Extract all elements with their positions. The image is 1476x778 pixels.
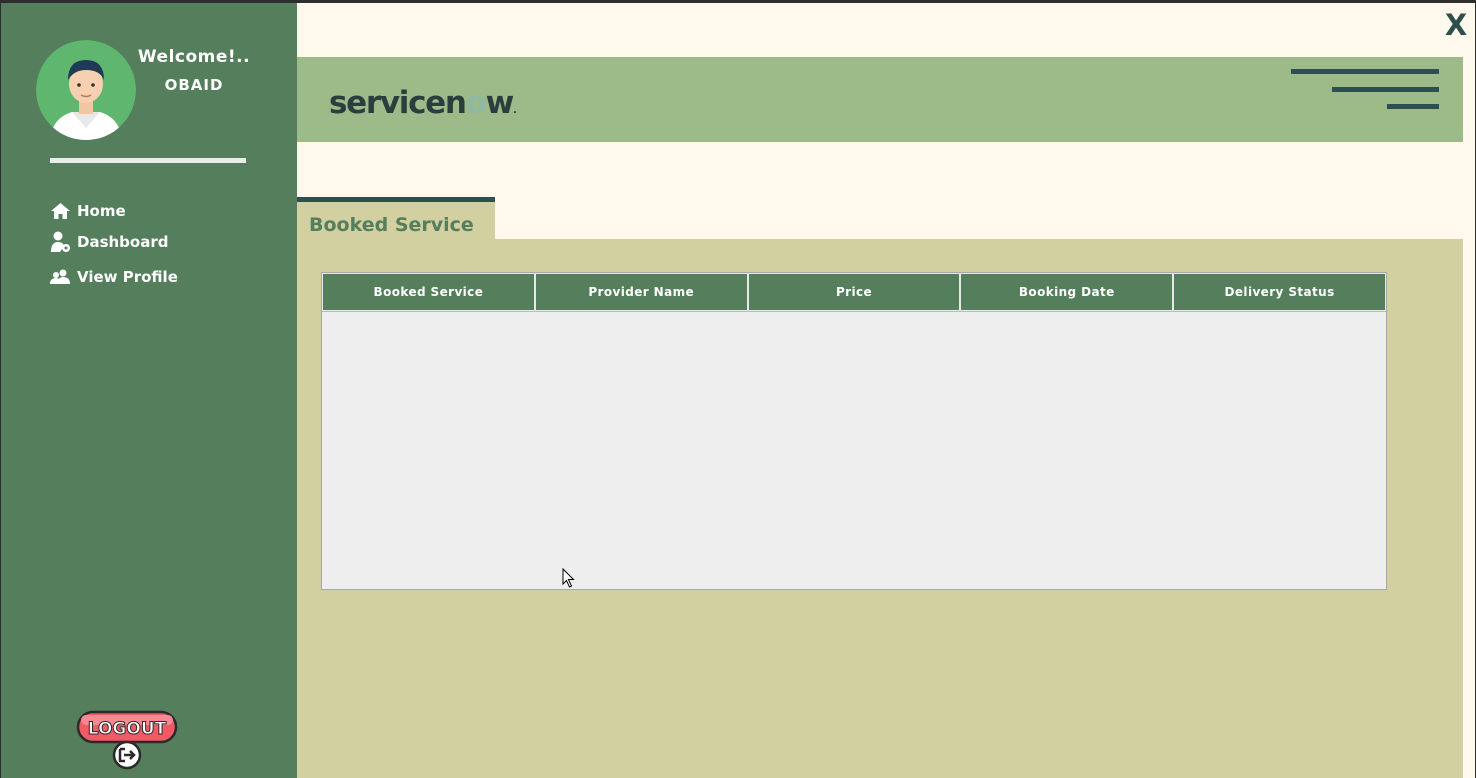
content-panel: Booked Service Provider Name Price Booki… — [297, 239, 1463, 778]
logo-text-main: servicen — [329, 85, 467, 121]
table-body[interactable] — [322, 311, 1386, 590]
column-header-delivery-status[interactable]: Delivery Status — [1173, 273, 1386, 311]
logo-text-end: w — [485, 85, 515, 121]
logo-dot: . — [513, 105, 517, 116]
username-label: OBAID — [164, 76, 224, 94]
sidebar-item-dashboard[interactable]: Dashboard — [50, 230, 168, 254]
sidebar: Welcome!.. OBAID Home Dashboard View Pro… — [1, 3, 297, 778]
menu-icon[interactable] — [1291, 69, 1439, 111]
logo-o-mark: o — [465, 85, 487, 121]
tab-booked-service-label: Booked Service — [309, 214, 474, 236]
user-settings-icon — [51, 231, 70, 252]
header-bar: servicenow. — [297, 57, 1463, 142]
sidebar-item-home-label: Home — [77, 202, 126, 220]
servicenow-logo: servicenow. — [329, 85, 517, 121]
app-window: Welcome!.. OBAID Home Dashboard View Pro… — [1, 3, 1475, 778]
sidebar-divider — [50, 158, 246, 163]
logout-button[interactable]: LOGOUT — [76, 708, 180, 772]
column-header-provider-name[interactable]: Provider Name — [534, 273, 748, 311]
close-button[interactable]: X — [1441, 7, 1471, 43]
home-icon — [51, 203, 70, 219]
mouse-cursor-icon — [562, 567, 576, 592]
column-header-booking-date[interactable]: Booking Date — [960, 273, 1174, 311]
column-header-price[interactable]: Price — [747, 273, 961, 311]
sidebar-item-view-profile-label: View Profile — [77, 268, 178, 286]
welcome-text: Welcome!.. — [137, 47, 251, 67]
sidebar-item-dashboard-label: Dashboard — [77, 233, 169, 251]
table-header: Booked Service Provider Name Price Booki… — [322, 273, 1386, 311]
users-icon — [50, 269, 70, 284]
logout-label: LOGOUT — [88, 719, 167, 739]
sidebar-item-home[interactable]: Home — [50, 199, 126, 223]
column-header-booked-service[interactable]: Booked Service — [322, 273, 535, 311]
booked-services-table[interactable]: Booked Service Provider Name Price Booki… — [321, 272, 1387, 590]
sidebar-item-view-profile[interactable]: View Profile — [50, 265, 178, 289]
tab-booked-service[interactable]: Booked Service — [297, 197, 495, 239]
user-avatar — [36, 40, 136, 140]
